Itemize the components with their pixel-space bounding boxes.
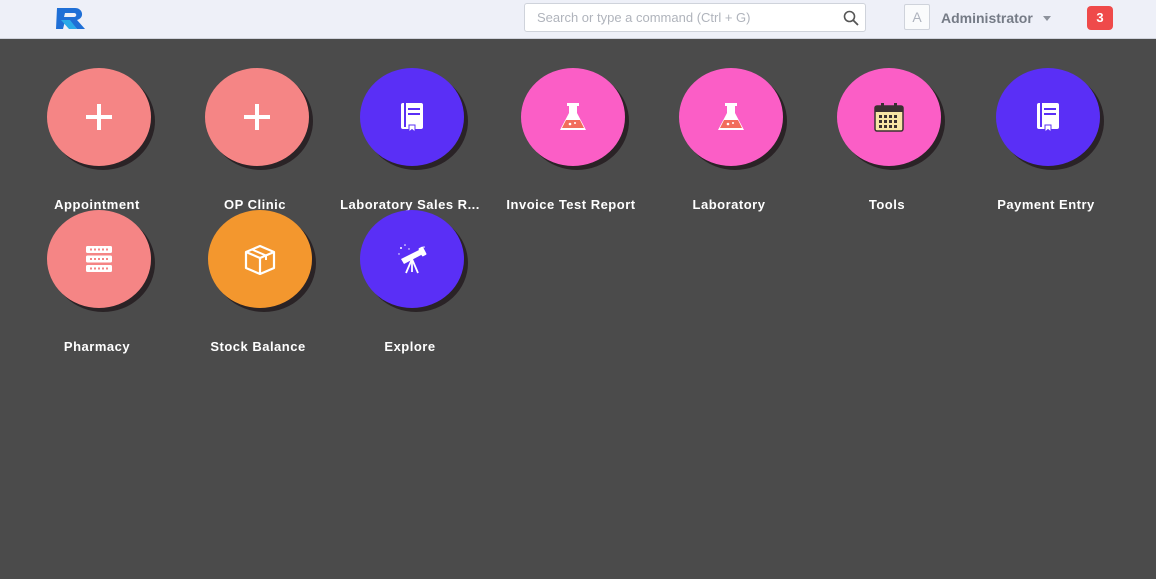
flask-icon (560, 103, 586, 130)
app-logo[interactable] (55, 6, 89, 30)
tile-label: Invoice Test Report (506, 197, 636, 212)
tile-circle[interactable] (360, 210, 464, 308)
tile-circle[interactable] (679, 68, 783, 166)
box-icon (244, 244, 276, 275)
tile-label: Payment Entry (997, 197, 1095, 212)
chevron-down-icon[interactable] (1043, 16, 1051, 21)
book-icon (1037, 103, 1059, 133)
calendar-icon (874, 103, 904, 132)
book-icon (401, 103, 423, 133)
tile-label: Laboratory (692, 197, 766, 212)
search-input[interactable] (525, 4, 835, 31)
tile-payment-entry[interactable]: Payment Entry (971, 68, 1121, 212)
search-icon[interactable] (843, 10, 859, 26)
tile-laboratory[interactable]: Laboratory (654, 68, 804, 212)
top-navbar: A Administrator 3 (0, 0, 1156, 39)
tile-label: Pharmacy (63, 339, 131, 354)
plus-icon (86, 104, 112, 130)
tile-circle[interactable] (996, 68, 1100, 166)
tile-pharmacy[interactable]: Pharmacy (22, 210, 172, 354)
tile-explore[interactable]: Explore (335, 210, 485, 354)
tile-circle[interactable] (47, 210, 151, 308)
search-bar[interactable] (524, 3, 866, 32)
desktop-icon-grid: Appointment OP Clinic Laboratory Sales R… (0, 39, 1156, 579)
tile-circle[interactable] (521, 68, 625, 166)
flask-icon (718, 103, 744, 130)
tile-circle[interactable] (205, 68, 309, 166)
server-icon (86, 246, 112, 272)
user-avatar[interactable]: A (904, 4, 930, 30)
tile-label: Explore (384, 339, 436, 354)
tile-op-clinic[interactable]: OP Clinic (180, 68, 330, 212)
notification-badge[interactable]: 3 (1087, 6, 1113, 30)
tile-circle[interactable] (360, 68, 464, 166)
tile-label: Tools (868, 197, 906, 212)
telescope-icon (398, 244, 427, 274)
tile-circle[interactable] (47, 68, 151, 166)
tile-tools[interactable]: Tools (812, 68, 962, 212)
tile-circle[interactable] (837, 68, 941, 166)
plus-icon (244, 104, 270, 130)
tile-appointment[interactable]: Appointment (22, 68, 172, 212)
tile-laboratory-sales-report[interactable]: Laboratory Sales R... (335, 68, 485, 212)
user-menu-name[interactable]: Administrator (941, 10, 1033, 26)
tile-invoice-test-report[interactable]: Invoice Test Report (496, 68, 646, 212)
tile-stock-balance[interactable]: Stock Balance (183, 210, 333, 354)
tile-circle[interactable] (208, 210, 312, 308)
tile-label: Stock Balance (210, 339, 306, 354)
